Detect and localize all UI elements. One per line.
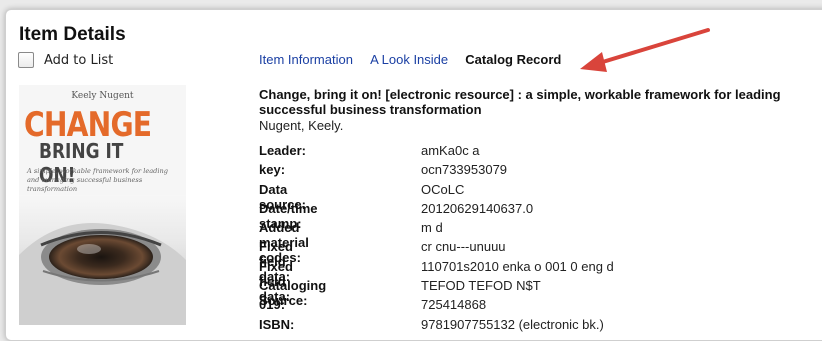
field-value: amKa0c a (421, 143, 480, 158)
book-cover-image: Keely Nugent CHANGE BRING IT ON! A simpl… (19, 85, 186, 325)
field-value: OCoLC (421, 181, 465, 197)
record-author: Nugent, Keely. (259, 118, 344, 133)
cover-subtitle: A simple, workable framework for leading… (27, 167, 168, 193)
record-title-line2: successful business transformation (259, 102, 482, 117)
cover-author: Keely Nugent (71, 91, 134, 101)
record-title-line1: Change, bring it on! [electronic resourc… (259, 87, 781, 102)
page-title: Item Details (19, 24, 126, 45)
field-value: 110701s2010 enka o 001 0 eng d (421, 258, 614, 274)
tab-a-look-inside[interactable]: A Look Inside (370, 52, 448, 67)
field-value: TEFOD TEFOD N$T (421, 278, 541, 294)
field-value: m d (421, 220, 443, 236)
annotation-arrow-icon (580, 28, 710, 72)
field-label: Leader: (259, 143, 306, 158)
tab-item-information[interactable]: Item Information (259, 52, 353, 67)
field-value: ocn733953079 (421, 162, 508, 178)
field-label: key: (259, 162, 286, 178)
add-to-list[interactable]: Add to List (18, 52, 113, 68)
record-tabs: Item Information A Look Inside Catalog R… (259, 52, 574, 68)
field-value: 725414868 (421, 297, 487, 313)
field-label: 019: (259, 297, 286, 313)
add-to-list-checkbox[interactable] (18, 52, 34, 68)
field-value: cr cnu---unuuu (421, 239, 506, 255)
record-title: Change, bring it on! [electronic resourc… (259, 87, 822, 117)
tab-catalog-record[interactable]: Catalog Record (465, 52, 561, 67)
add-to-list-label[interactable]: Add to List (44, 53, 113, 68)
item-details-panel: Item Details Add to List Keely Nugent CH… (5, 9, 822, 341)
field-value: 20120629140637.0 (421, 200, 534, 216)
